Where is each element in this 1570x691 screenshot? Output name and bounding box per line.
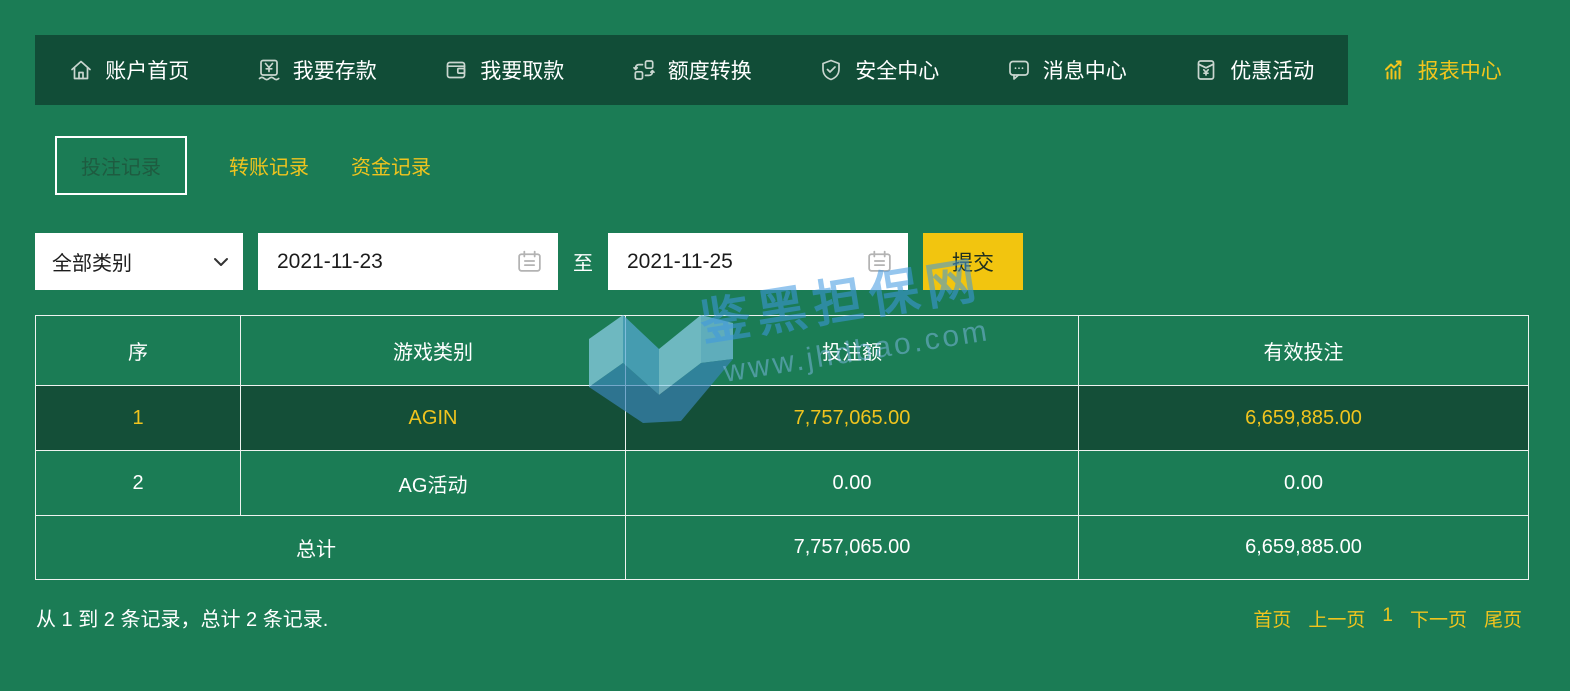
pagination-next[interactable]: 下一页 (1410, 605, 1467, 632)
security-icon (822, 59, 841, 81)
cell-bet: 7,757,065.00 (625, 385, 1079, 451)
nav-item-message-center[interactable]: 消息中心 (973, 35, 1161, 105)
cell-no: 1 (35, 385, 241, 451)
submit-button[interactable]: 提交 (923, 233, 1023, 290)
table-row[interactable]: 2 AG活动 0.00 0.00 (35, 450, 1529, 516)
record-tabs: 投注记录 转账记录 资金记录 (55, 136, 431, 195)
cell-no: 2 (35, 450, 241, 516)
chevron-down-icon (214, 257, 228, 266)
transfer-icon (632, 60, 655, 80)
nav-label: 账户首页 (105, 60, 190, 83)
cell-game: AGIN (240, 385, 626, 451)
nav-item-report-center[interactable]: 报表中心 (1347, 35, 1535, 105)
nav-label: 报表中心 (1417, 60, 1502, 83)
date-to-input[interactable]: 2021-11-25 (608, 233, 908, 290)
nav-label: 安全中心 (855, 60, 940, 83)
deposit-icon (258, 59, 280, 81)
filter-bar: 全部类别 2021-11-23 至 2021-11-25 提交 (35, 233, 1023, 290)
pagination-first[interactable]: 首页 (1253, 605, 1291, 632)
pagination-page-1[interactable]: 1 (1382, 605, 1393, 632)
nav-item-promotions[interactable]: 优惠活动 (1160, 35, 1348, 105)
category-select-value: 全部类别 (52, 253, 132, 275)
nav-item-withdraw[interactable]: 我要取款 (410, 35, 598, 105)
nav-item-quota-transfer[interactable]: 额度转换 (598, 35, 786, 105)
total-label: 总计 (35, 515, 626, 580)
cell-valid: 0.00 (1078, 450, 1529, 516)
nav-label: 消息中心 (1042, 60, 1127, 83)
to-label: 至 (573, 253, 593, 275)
cell-game: AG活动 (240, 450, 626, 516)
total-valid: 6,659,885.00 (1078, 515, 1529, 580)
bet-records-table: 序 游戏类别 投注额 有效投注 1 AGIN 7,757,065.00 6,65… (35, 315, 1529, 580)
calendar-icon[interactable] (865, 248, 894, 275)
report-icon (1384, 60, 1402, 80)
col-header-no: 序 (35, 315, 241, 386)
nav-item-account-home[interactable]: 账户首页 (35, 35, 223, 105)
col-header-valid-bet: 有效投注 (1078, 315, 1529, 386)
calendar-icon[interactable] (515, 248, 544, 275)
nav-item-deposit[interactable]: 我要存款 (223, 35, 411, 105)
pagination-last[interactable]: 尾页 (1484, 605, 1522, 632)
records-summary: 从 1 到 2 条记录，总计 2 条记录. (36, 609, 329, 631)
top-nav: 账户首页 我要存款 我要取款 额度转换 安全中心 消息中心 优惠活动 报表中心 (35, 35, 1535, 105)
withdraw-icon (446, 61, 466, 79)
date-from-input[interactable]: 2021-11-23 (258, 233, 558, 290)
col-header-game-category: 游戏类别 (240, 315, 626, 386)
total-bet: 7,757,065.00 (625, 515, 1079, 580)
tab-fund-records[interactable]: 资金记录 (351, 151, 431, 180)
home-icon (71, 60, 92, 80)
nav-item-security-center[interactable]: 安全中心 (785, 35, 973, 105)
category-select[interactable]: 全部类别 (35, 233, 243, 290)
table-row[interactable]: 1 AGIN 7,757,065.00 6,659,885.00 (35, 385, 1529, 451)
nav-label: 我要存款 (292, 60, 377, 83)
tab-transfer-records[interactable]: 转账记录 (229, 151, 309, 180)
pagination-prev[interactable]: 上一页 (1308, 605, 1365, 632)
tab-bet-records[interactable]: 投注记录 (55, 136, 187, 195)
cell-valid: 6,659,885.00 (1078, 385, 1529, 451)
promo-icon (1197, 60, 1215, 80)
date-from-value: 2021-11-23 (277, 249, 383, 273)
cell-bet: 0.00 (625, 450, 1079, 516)
nav-label: 额度转换 (667, 60, 752, 83)
nav-label: 优惠活动 (1230, 60, 1315, 83)
message-icon (1008, 60, 1029, 80)
nav-label: 我要取款 (480, 60, 565, 83)
table-total-row: 总计 7,757,065.00 6,659,885.00 (35, 515, 1529, 580)
date-to-value: 2021-11-25 (627, 249, 733, 273)
col-header-bet-amount: 投注额 (625, 315, 1079, 386)
pagination: 首页 上一页 1 下一页 尾页 (1253, 605, 1522, 632)
table-header-row: 序 游戏类别 投注额 有效投注 (35, 315, 1529, 386)
